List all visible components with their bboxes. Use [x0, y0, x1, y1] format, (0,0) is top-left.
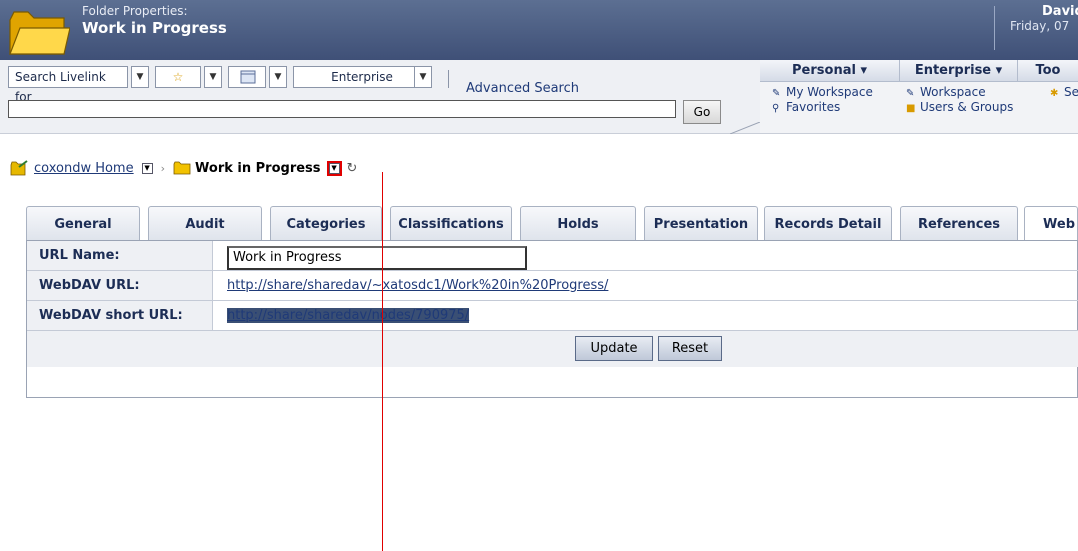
header-divider	[994, 6, 995, 50]
enterprise-workspace-link[interactable]: ✎ Workspace	[906, 85, 986, 99]
search-divider	[448, 70, 449, 88]
users-groups-link[interactable]: ■ Users & Groups	[906, 100, 1013, 114]
search-location-dropdown[interactable]: ▼	[414, 66, 432, 88]
personal-menu[interactable]: Personal ▾	[760, 60, 900, 82]
tab-webdav[interactable]: Web	[1024, 206, 1078, 240]
search-scope-dropdown[interactable]: ▼	[131, 66, 149, 88]
favorites-dropdown[interactable]: ▼	[204, 66, 222, 88]
refresh-icon[interactable]: ↻	[347, 161, 358, 176]
breadcrumb-home-link[interactable]: coxondw Home	[34, 161, 134, 176]
tab-categories[interactable]: Categories	[270, 206, 382, 240]
global-nav: Personal ▾ Enterprise ▾ Too ✎ My Workspac…	[760, 60, 1078, 134]
settings-link[interactable]: ✱ Se	[1050, 85, 1078, 99]
tools-menu[interactable]: Too	[1018, 60, 1078, 82]
url-name-label: URL Name:	[27, 241, 213, 270]
properties-tabs: General Audit Categories Classifications…	[26, 206, 1078, 240]
search-bar: Search Livelink for ▼ ☆ ▼ ▼ Enterprise ▼…	[0, 60, 761, 134]
update-button[interactable]: Update	[575, 336, 653, 361]
tab-records-detail[interactable]: Records Detail	[764, 206, 892, 240]
calendar-icon[interactable]	[228, 66, 266, 88]
form-actions: Update Reset	[27, 331, 1078, 367]
enterprise-menu[interactable]: Enterprise ▾	[900, 60, 1018, 82]
folder-icon	[173, 161, 191, 175]
go-button[interactable]: Go	[683, 100, 721, 124]
webdav-url-row: WebDAV URL: http://share/sharedav/~xatos…	[27, 271, 1078, 301]
reset-button[interactable]: Reset	[658, 336, 722, 361]
user-name: David	[1042, 4, 1078, 19]
folder-menu-dropdown-icon[interactable]: ▼	[328, 162, 340, 174]
favorites-star-icon[interactable]: ☆	[155, 66, 201, 88]
workspace-icon: ✎	[906, 88, 915, 99]
tab-general[interactable]: General	[26, 206, 140, 240]
corner-divider	[730, 122, 761, 134]
webdav-short-url-label: WebDAV short URL:	[27, 301, 213, 330]
url-name-row: URL Name: Work in Progress	[27, 241, 1078, 271]
users-groups-icon: ■	[906, 103, 916, 114]
favorites-link[interactable]: ⚲ Favorites	[772, 100, 840, 114]
webdav-short-url-row: WebDAV short URL: http://share/sharedav/…	[27, 301, 1078, 331]
breadcrumb-separator-icon: ›	[160, 161, 166, 175]
header-date: Friday, 07	[1010, 19, 1070, 33]
search-location-select[interactable]: Enterprise	[293, 66, 431, 88]
annotation-pointer-line	[382, 172, 383, 551]
folder-icon	[9, 11, 70, 55]
breadcrumb: coxondw Home ▼ › Work in Progress ▼ ↻	[10, 158, 357, 178]
home-folder-icon	[10, 160, 28, 176]
highlight-box: ▼	[326, 160, 342, 176]
favorites-icon: ⚲	[772, 103, 780, 114]
advanced-search-link[interactable]: Advanced Search	[466, 81, 579, 96]
webdav-url-link[interactable]: http://share/sharedav/~xatosdc1/Work%20i…	[227, 278, 608, 293]
calendar-dropdown[interactable]: ▼	[269, 66, 287, 88]
my-workspace-link[interactable]: ✎ My Workspace	[772, 85, 873, 99]
page-title: Work in Progress	[82, 19, 227, 37]
tab-references[interactable]: References	[900, 206, 1018, 240]
breadcrumb-current: Work in Progress	[195, 160, 321, 176]
page-header: Folder Properties: Work in Progress Davi…	[0, 0, 1078, 60]
home-menu-dropdown-icon[interactable]: ▼	[141, 162, 153, 174]
tab-classifications[interactable]: Classifications	[390, 206, 512, 240]
search-scope-select[interactable]: Search Livelink for	[8, 66, 128, 104]
settings-icon: ✱	[1050, 88, 1059, 99]
tab-audit[interactable]: Audit	[148, 206, 262, 240]
page-subtitle: Folder Properties:	[82, 4, 188, 18]
properties-panel: URL Name: Work in Progress WebDAV URL: h…	[26, 240, 1078, 398]
tab-holds[interactable]: Holds	[520, 206, 636, 240]
workspace-icon: ✎	[772, 88, 781, 99]
webdav-url-label: WebDAV URL:	[27, 271, 213, 300]
tab-presentation[interactable]: Presentation	[644, 206, 758, 240]
webdav-short-url-link[interactable]: http://share/sharedav/nodes/790975/	[227, 308, 470, 323]
search-input[interactable]	[8, 100, 676, 118]
url-name-input[interactable]: Work in Progress	[227, 246, 527, 270]
